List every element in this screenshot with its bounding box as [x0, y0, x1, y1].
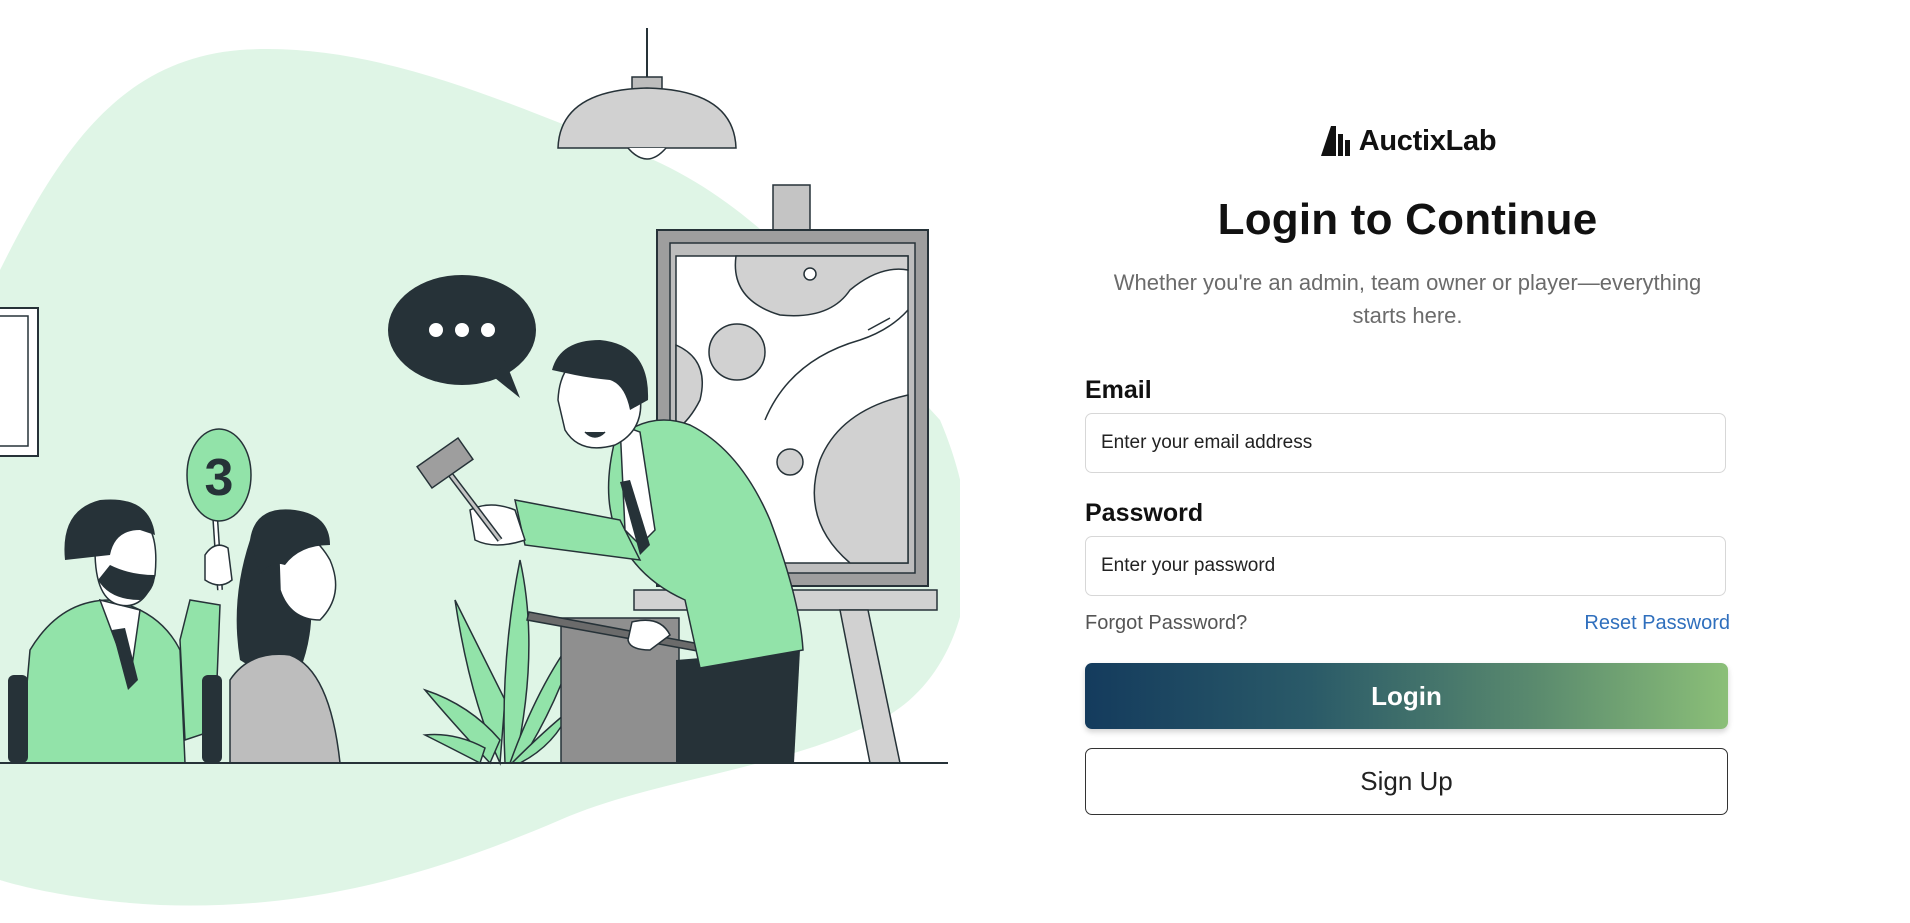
email-input[interactable] [1085, 413, 1726, 473]
wall-frame [0, 307, 39, 457]
login-button[interactable]: Login [1085, 663, 1728, 729]
auction-scene: 3 [0, 28, 960, 906]
auctixlab-logo-icon [1320, 126, 1350, 156]
reset-password-link[interactable]: Reset Password [1584, 612, 1730, 635]
login-panel: AuctixLab Login to Continue Whether you'… [1085, 0, 1730, 923]
lamp-shade [557, 87, 737, 149]
brand-logo: AuctixLab [1085, 124, 1730, 158]
forgot-password-text: Forgot Password? [1085, 612, 1248, 634]
page-title: Login to Continue [1217, 195, 1598, 244]
password-input[interactable] [1085, 536, 1726, 596]
page-subtitle: Whether you're an admin, team owner or p… [1113, 270, 1702, 328]
paddle-number: 3 [205, 449, 234, 507]
password-label: Password [1085, 499, 1204, 527]
brand-name: AuctixLab [1358, 124, 1497, 157]
auction-illustration: 3 [0, 0, 960, 923]
signup-button[interactable]: Sign Up [1085, 748, 1728, 815]
email-label: Email [1085, 376, 1152, 404]
